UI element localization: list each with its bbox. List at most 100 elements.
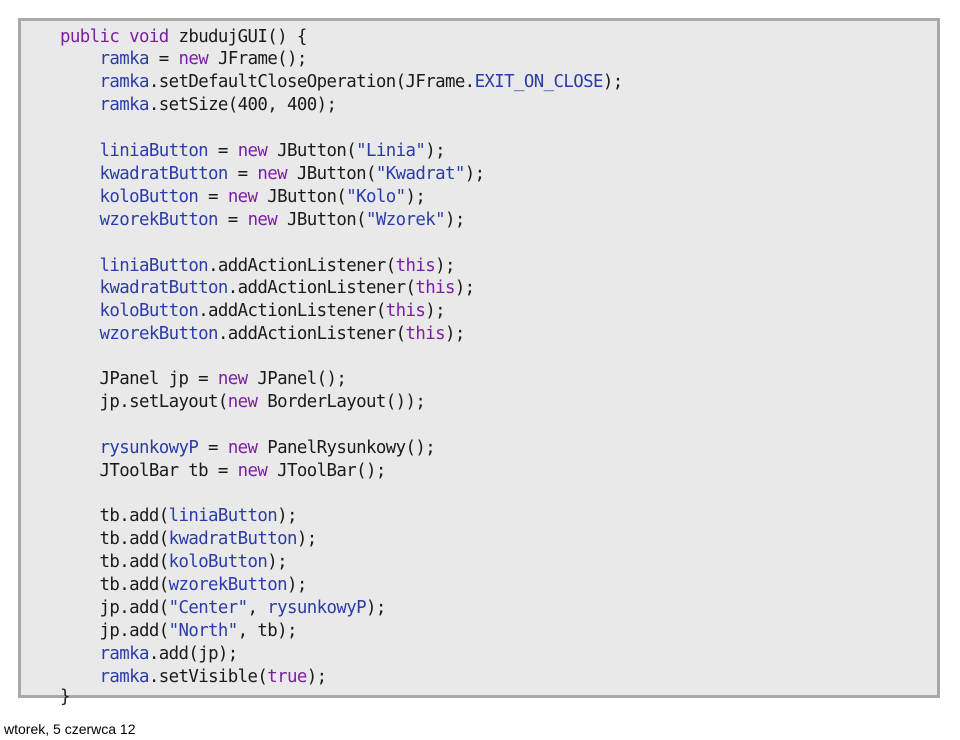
code-token: = [198,187,228,207]
code-line: JToolBar tb = new JToolBar(); [60,460,386,483]
code-token: new [217,369,248,389]
code-token: jp.setLayout( [60,392,228,412]
code-token: tb.add( [60,506,169,526]
code-token: new [178,49,209,69]
code-token: "Wzorek" [366,210,446,230]
code-token: ); [435,256,455,276]
code-line: koloButton.addActionListener(this); [60,300,445,323]
code-line: wzorekButton.addActionListener(this); [60,323,465,346]
code-token: ); [444,324,465,344]
code-token: ramka [99,49,149,69]
code-token: EXIT_ON_CLOSE [474,72,604,92]
footer-date: wtorek, 5 czerwca 12 [4,721,136,737]
code-token: .addActionListener( [198,301,386,321]
code-token: .addActionListener( [227,278,416,298]
code-token: JButton( [277,210,367,230]
code-token: .setDefaultCloseOperation(JFrame. [148,72,475,92]
code-token: this [405,324,445,344]
code-token: tb.add( [60,552,169,572]
code-token: new [227,392,258,412]
code-token: , tb); [237,621,298,641]
code-line: rysunkowyP = new PanelRysunkowy(); [60,437,435,460]
code-token: JFrame(); [208,49,307,69]
code-token: liniaButton [99,256,209,276]
code-token: "Kwadrat" [375,164,465,184]
code-token: zbudujGUI() { [168,27,307,47]
code-token: public void [60,27,169,47]
code-token: ); [425,141,445,161]
code-line: ramka = new JFrame(); [60,48,307,71]
code-line: tb.add(kwadratButton); [60,528,317,551]
code-line: jp.add("Center", rysunkowyP); [60,597,386,620]
code-token: new [237,141,268,161]
code-line: ramka.setDefaultCloseOperation(JFrame.EX… [60,71,623,94]
code-line: wzorekButton = new JButton("Wzorek"); [60,209,465,232]
code-line: koloButton = new JButton("Kolo"); [60,186,425,209]
code-token: JButton( [287,164,377,184]
code-line: liniaButton.addActionListener(this); [60,255,455,278]
code-line: ramka.setSize(400, 400); [60,94,336,117]
code-token: "Kolo" [346,187,406,207]
code-token: rysunkowyP [267,598,366,618]
code-token: JButton( [267,141,357,161]
code-token: BorderLayout()); [257,392,426,412]
code-token: = [208,141,238,161]
code-token: ); [277,506,297,526]
code-token: .add(jp); [148,644,238,664]
code-token: tb.add( [60,575,169,595]
code-token: JToolBar tb = [60,461,238,481]
code-token: this [415,278,455,298]
code-token: ); [296,529,317,549]
code-line: kwadratButton = new JButton("Kwadrat"); [60,163,485,186]
code-token: JToolBar(); [267,461,386,481]
code-token: ); [425,301,445,321]
code-token: ramka [99,95,149,115]
closing-brace: } [60,687,71,707]
code-token: JPanel jp = [60,369,218,389]
code-token: "Linia" [356,141,426,161]
code-token: ); [306,667,327,687]
code-token: .addActionListener( [217,324,406,344]
code-token: JPanel(); [247,369,347,389]
code-token: new [247,210,278,230]
code-token: this [395,256,436,276]
code-token: = [198,438,228,458]
code-line: jp.add("North", tb); [60,620,297,643]
code-line: JPanel jp = new JPanel(); [60,368,346,391]
code-token: wzorekButton [99,324,218,344]
code-token: ); [287,575,307,595]
code-line: public void zbudujGUI() { [60,26,307,49]
code-token: ); [602,72,623,92]
code-token: kwadratButton [99,278,228,298]
code-line: tb.add(wzorekButton); [60,574,307,597]
code-token: true [267,667,307,687]
code-token: new [257,164,288,184]
code-token: .addActionListener( [208,256,396,276]
code-line: tb.add(koloButton); [60,551,287,574]
code-token: liniaButton [168,506,278,526]
code-token: koloButton [99,187,199,207]
code-token: ); [464,164,485,184]
code-token: PanelRysunkowy(); [257,438,436,458]
code-token: "North" [168,621,239,641]
code-token: wzorekButton [99,210,218,230]
code-token: = [227,164,258,184]
code-token: rysunkowyP [99,438,199,458]
code-token: ramka [99,644,149,664]
code-line: jp.setLayout(new BorderLayout()); [60,391,425,414]
code-token: = [217,210,248,230]
code-token: .setSize(400, 400); [148,95,337,115]
code-token: kwadratButton [168,529,298,549]
code-token: ramka [99,667,149,687]
code-token: ); [366,598,386,618]
code-token: , [247,598,268,618]
